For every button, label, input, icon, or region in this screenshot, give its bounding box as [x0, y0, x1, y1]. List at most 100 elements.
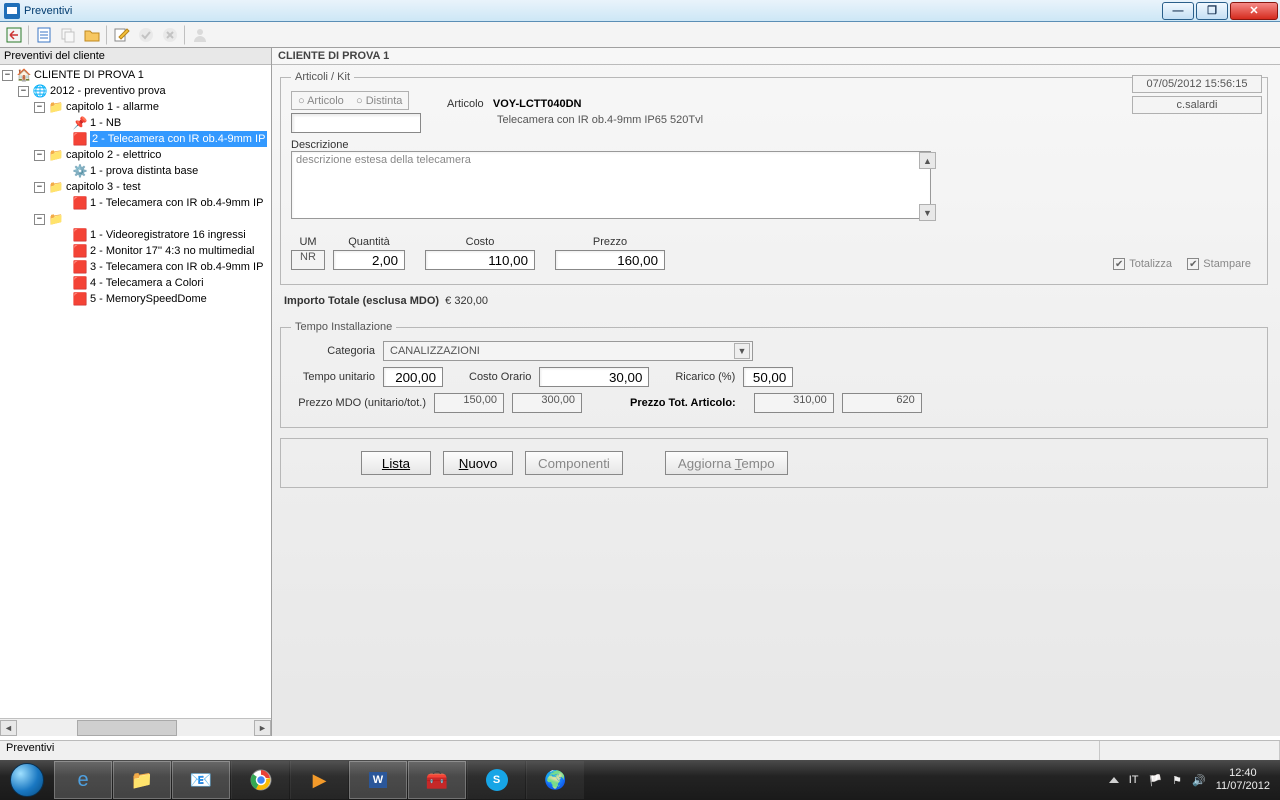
folder-icon[interactable] — [82, 25, 102, 45]
status-bar: Preventivi — [0, 740, 1280, 760]
tree-chapter[interactable]: capitolo 1 - allarme — [66, 99, 159, 115]
item-icon: 🟥 — [72, 259, 88, 275]
item-icon: 🟥 — [72, 243, 88, 259]
exit-icon[interactable] — [4, 25, 24, 45]
prezzo-label: Prezzo — [593, 236, 627, 248]
windows-taskbar[interactable]: e 📁 📧 ▶ W 🧰 S 🌍 IT 🏳️ ⚑ 🔊 12:40 11/07/20… — [0, 760, 1280, 800]
close-button[interactable]: ✕ — [1230, 2, 1278, 20]
radio-articolo[interactable]: ○ Articolo — [298, 95, 344, 107]
tree-root[interactable]: CLIENTE DI PROVA 1 — [34, 67, 144, 83]
maximize-button[interactable]: ❐ — [1196, 2, 1228, 20]
task-globe[interactable]: 🌍 — [526, 761, 584, 799]
task-ie[interactable]: e — [54, 761, 112, 799]
prezzo-mdo-unit: 150,00 — [434, 393, 504, 413]
system-tray[interactable]: IT 🏳️ ⚑ 🔊 12:40 11/07/2012 — [1099, 767, 1280, 793]
nuovo-button[interactable]: Nuovo — [443, 451, 513, 475]
horizontal-scrollbar[interactable]: ◄ ► — [0, 718, 271, 736]
right-pane: CLIENTE DI PROVA 1 07/05/2012 15:56:15 c… — [272, 48, 1280, 736]
scroll-up-icon[interactable]: ▲ — [919, 152, 936, 169]
document-icon[interactable] — [34, 25, 54, 45]
ricarico-label: Ricarico (%) — [675, 371, 735, 383]
left-pane: Preventivi del cliente −🏠CLIENTE DI PROV… — [0, 48, 272, 736]
tree-item[interactable]: 3 - Telecamera con IR ob.4-9mm IP — [90, 259, 263, 275]
tree-item[interactable]: 4 - Telecamera a Colori — [90, 275, 204, 291]
um-value: NR — [291, 250, 325, 270]
tray-overflow-icon[interactable] — [1109, 777, 1119, 783]
scroll-right-icon[interactable]: ► — [254, 720, 271, 736]
tree-quote[interactable]: 2012 - preventivo prova — [50, 83, 166, 99]
volume-icon[interactable]: 🔊 — [1192, 774, 1206, 787]
prezzo-input[interactable] — [555, 250, 665, 270]
item-icon: 🟥 — [72, 131, 88, 147]
costo-orario-input[interactable] — [539, 367, 649, 387]
task-media[interactable]: ▶ — [290, 761, 348, 799]
totalizza-label: Totalizza — [1129, 258, 1172, 270]
aggiorna-tempo-button: Aggiorna Tempo — [665, 451, 788, 475]
scroll-down-icon[interactable]: ▼ — [919, 204, 936, 221]
scroll-left-icon[interactable]: ◄ — [0, 720, 17, 736]
user-icon[interactable] — [190, 25, 210, 45]
chevron-down-icon: ▼ — [734, 343, 750, 359]
quantita-input[interactable] — [333, 250, 405, 270]
prezzo-tot-label: Prezzo Tot. Articolo: — [630, 397, 736, 409]
home-icon: 🏠 — [16, 67, 32, 83]
folder-icon: 📁 — [48, 147, 64, 163]
categoria-select[interactable]: CANALIZZAZIONI▼ — [383, 341, 753, 361]
ricarico-input[interactable] — [743, 367, 793, 387]
start-button[interactable] — [0, 760, 54, 800]
globe-icon: 🌐 — [32, 83, 48, 99]
tree-item[interactable]: 1 - Telecamera con IR ob.4-9mm IP — [90, 195, 263, 211]
note-icon: 📌 — [72, 115, 88, 131]
scroll-thumb[interactable] — [77, 720, 177, 736]
quantita-label: Quantità — [348, 236, 390, 248]
tree-item[interactable]: 1 - prova distinta base — [90, 163, 198, 179]
um-label: UM — [299, 236, 316, 248]
tempo-group: Tempo Installazione Categoria CANALIZZAZ… — [280, 321, 1268, 428]
windows-orb-icon — [10, 763, 44, 797]
tree-view[interactable]: −🏠CLIENTE DI PROVA 1 −🌐2012 - preventivo… — [0, 65, 271, 718]
window-titlebar: Preventivi — ❐ ✕ — [0, 0, 1280, 22]
mail-icon: 📧 — [190, 770, 212, 791]
tempo-unitario-input[interactable] — [383, 367, 443, 387]
totalizza-checkbox: ✔ — [1113, 258, 1125, 270]
skype-icon: S — [486, 769, 508, 791]
lista-button[interactable]: Lista — [361, 451, 431, 475]
tree-item[interactable]: 1 - Videoregistratore 16 ingressi — [90, 227, 246, 243]
task-word[interactable]: W — [349, 761, 407, 799]
task-chrome[interactable] — [231, 761, 289, 799]
check-icon[interactable] — [136, 25, 156, 45]
record-datetime: 07/05/2012 15:56:15 — [1132, 75, 1262, 93]
articolo-subtitle: Telecamera con IR ob.4-9mm IP65 520Tvl — [497, 114, 703, 126]
tree-item[interactable]: 1 - NB — [90, 115, 121, 131]
status-empty — [1100, 741, 1280, 760]
costo-input[interactable] — [425, 250, 535, 270]
copy-icon[interactable] — [58, 25, 78, 45]
cancel-icon[interactable] — [160, 25, 180, 45]
article-search-input[interactable] — [291, 113, 421, 133]
taskbar-clock[interactable]: 12:40 11/07/2012 — [1216, 767, 1270, 793]
descrizione-textarea[interactable] — [291, 151, 931, 219]
action-center-icon[interactable]: ⚑ — [1172, 774, 1182, 787]
tree-chapter[interactable]: capitolo 2 - elettrico — [66, 147, 161, 163]
lang-indicator[interactable]: IT — [1129, 774, 1139, 786]
task-explorer[interactable]: 📁 — [113, 761, 171, 799]
minimize-button[interactable]: — — [1162, 2, 1194, 20]
stampare-label: Stampare — [1203, 258, 1251, 270]
chrome-icon — [250, 769, 272, 791]
separator — [106, 25, 108, 45]
separator — [28, 25, 30, 45]
tree-item-selected[interactable]: 2 - Telecamera con IR ob.4-9mm IP — [90, 131, 267, 147]
edit-icon[interactable] — [112, 25, 132, 45]
folder-icon: 📁 — [48, 179, 64, 195]
flag-icon[interactable]: 🏳️ — [1148, 774, 1162, 787]
task-outlook[interactable]: 📧 — [172, 761, 230, 799]
radio-distinta[interactable]: ○ Distinta — [356, 95, 402, 107]
task-skype[interactable]: S — [467, 761, 525, 799]
tree-item[interactable]: 2 - Monitor 17'' 4:3 no multimedial — [90, 243, 254, 259]
tree-item[interactable]: 5 - MemorySpeedDome — [90, 291, 207, 307]
item-icon: 🟥 — [72, 275, 88, 291]
tree-chapter[interactable]: capitolo 3 - test — [66, 179, 141, 195]
toolbox-icon: 🧰 — [426, 770, 448, 791]
task-app[interactable]: 🧰 — [408, 761, 466, 799]
stampare-checkbox: ✔ — [1187, 258, 1199, 270]
